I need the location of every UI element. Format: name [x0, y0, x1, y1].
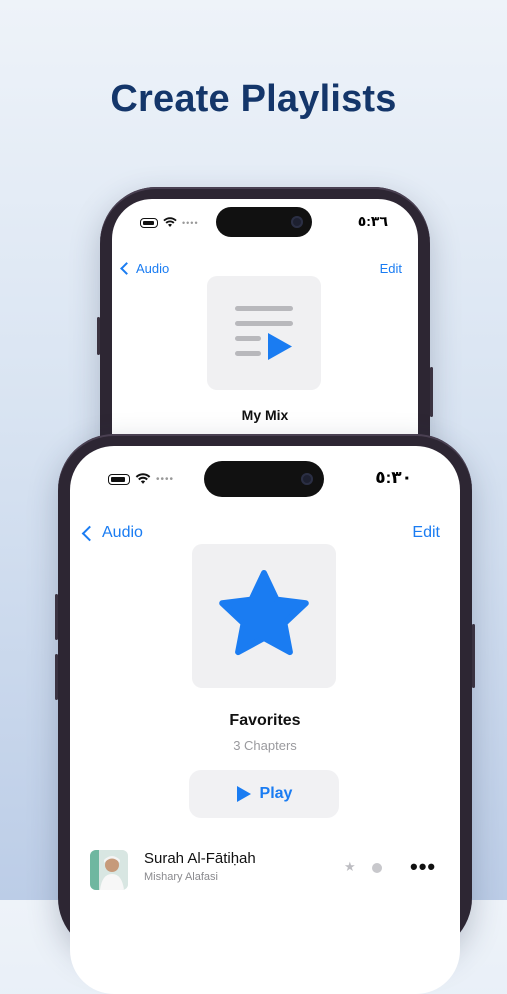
play-icon — [236, 786, 251, 802]
playlist-title: My Mix — [241, 407, 289, 423]
nav-back-label: Audio — [136, 261, 170, 276]
status-time: ٥:٣٦ — [357, 213, 388, 229]
front-phone-frame: •••• ٥:٣٠ Audio Edit Favorites 3 Chapter… — [55, 434, 475, 994]
play-button[interactable]: Play — [189, 770, 339, 818]
front-phone-screen: •••• ٥:٣٠ Audio Edit Favorites 3 Chapter… — [70, 446, 460, 994]
page-headline: Create Playlists — [110, 78, 397, 120]
status-time: ٥:٣٠ — [375, 468, 412, 487]
side-button — [97, 317, 100, 355]
battery-icon — [108, 473, 130, 485]
nav-back-button[interactable]: Audio — [120, 261, 170, 276]
chevron-left-icon — [81, 525, 98, 541]
star-icon — [219, 570, 309, 656]
track-row[interactable]: Surah Al-Fātiḥah Mishary Alafasi ★ ••• — [70, 842, 460, 902]
playlist-title: Favorites — [229, 712, 301, 729]
playlist-artwork — [192, 544, 336, 688]
camera-icon — [291, 216, 303, 228]
track-artist: Mishary Alafasi — [144, 871, 218, 883]
status-icons: •••• — [108, 473, 174, 485]
wifi-icon — [163, 217, 177, 227]
wifi-icon — [135, 473, 151, 484]
dynamic-island — [216, 207, 312, 237]
side-button — [55, 594, 58, 640]
track-title: Surah Al-Fātiḥah — [144, 850, 256, 867]
favorite-star-icon[interactable]: ★ — [344, 859, 356, 875]
reciter-thumbnail — [90, 850, 128, 890]
playlist-artwork — [207, 276, 321, 390]
playlist-subtitle: 3 Chapters — [233, 738, 297, 753]
nav-edit-button[interactable]: Edit — [380, 261, 402, 276]
play-button-label: Play — [259, 785, 293, 802]
battery-icon — [140, 217, 158, 228]
cellular-dots-icon: •••• — [182, 217, 199, 228]
side-button — [472, 624, 475, 688]
download-status-icon[interactable] — [372, 863, 382, 873]
cellular-dots-icon: •••• — [156, 473, 175, 485]
side-button — [430, 367, 433, 417]
more-options-icon[interactable]: ••• — [410, 854, 436, 880]
nav-edit-button[interactable]: Edit — [412, 524, 440, 542]
chevron-left-icon — [120, 262, 133, 275]
status-icons: •••• — [140, 217, 199, 228]
side-button — [55, 654, 58, 700]
playlist-play-icon — [235, 306, 293, 360]
dynamic-island — [204, 461, 324, 497]
nav-back-label: Audio — [102, 524, 143, 541]
camera-icon — [301, 473, 313, 485]
reciter-avatar-icon — [90, 850, 128, 890]
nav-back-button[interactable]: Audio — [81, 524, 143, 542]
